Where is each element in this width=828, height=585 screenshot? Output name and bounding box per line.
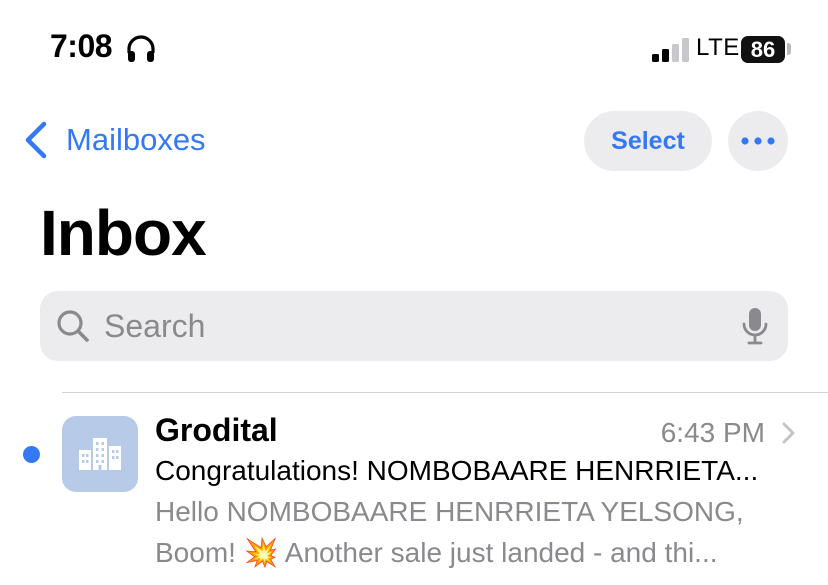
select-button[interactable]: Select bbox=[584, 111, 712, 171]
page-title: Inbox bbox=[40, 197, 207, 269]
mail-sender: Grodital bbox=[155, 412, 278, 448]
status-time: 7:08 bbox=[50, 28, 113, 64]
back-button[interactable]: Mailboxes bbox=[22, 112, 206, 168]
unread-indicator bbox=[23, 446, 40, 463]
battery-icon: 86 bbox=[741, 36, 785, 63]
list-divider bbox=[62, 392, 828, 393]
ellipsis-icon bbox=[741, 137, 775, 145]
search-input[interactable] bbox=[104, 291, 704, 361]
chevron-right-icon bbox=[782, 422, 795, 444]
mail-subject: Congratulations! NOMBOBAARE HENRRIETA... bbox=[155, 455, 759, 486]
search-icon bbox=[57, 310, 89, 342]
chevron-left-icon bbox=[25, 121, 47, 159]
back-button-label: Mailboxes bbox=[66, 122, 206, 157]
network-type: LTE bbox=[696, 34, 740, 61]
building-icon bbox=[79, 438, 121, 470]
sender-avatar bbox=[62, 416, 138, 492]
mail-preview-line-1: Hello NOMBOBAARE HENRRIETA YELSONG, bbox=[155, 496, 744, 527]
battery-tip bbox=[787, 43, 791, 55]
headphones-icon bbox=[127, 35, 155, 62]
mail-timestamp: 6:43 PM bbox=[660, 417, 765, 448]
mail-preview-line-2: Boom! 💥 Another sale just landed - and t… bbox=[155, 537, 718, 568]
microphone-icon[interactable] bbox=[741, 306, 769, 346]
cellular-signal-icon bbox=[652, 38, 689, 62]
more-button[interactable] bbox=[728, 111, 788, 171]
